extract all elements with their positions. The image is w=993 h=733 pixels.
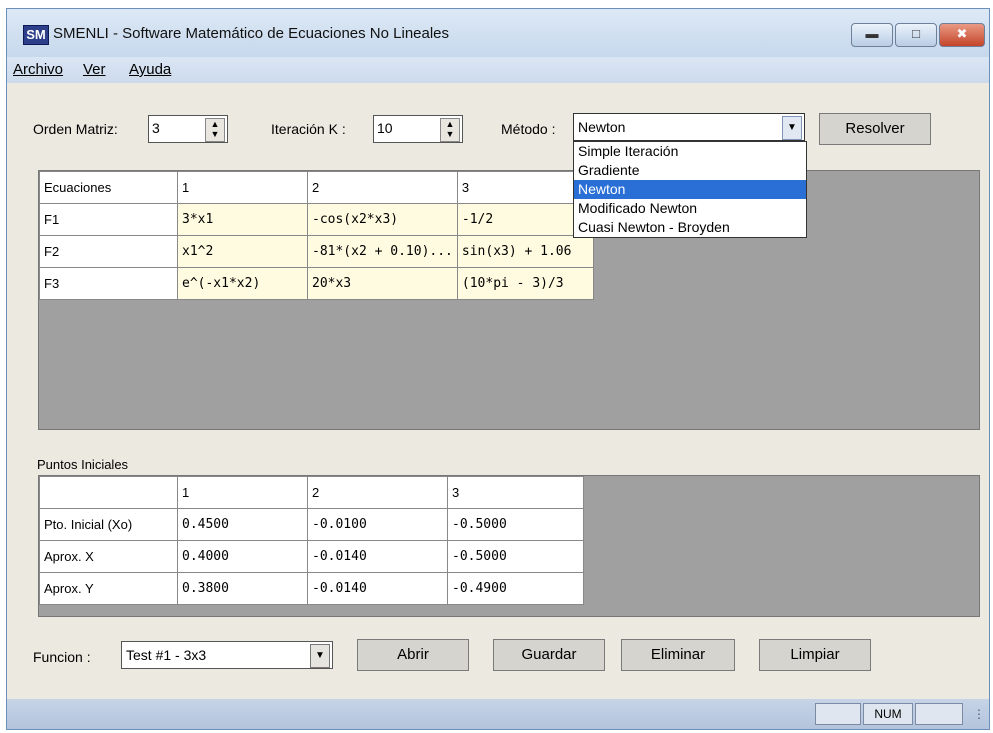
window-title: SMENLI - Software Matemático de Ecuacion… <box>53 25 450 42</box>
spin-arrows-icon[interactable]: ▲ ▼ <box>440 118 460 142</box>
chevron-down-icon[interactable]: ▼ <box>310 644 330 668</box>
row-header: F1 <box>39 203 178 236</box>
status-panel <box>915 703 963 725</box>
status-panel <box>815 703 861 725</box>
equation-cell[interactable]: 3*x1 <box>177 203 308 236</box>
metodo-dropdown: Simple Iteración Gradiente Newton Modifi… <box>573 141 807 238</box>
menu-archivo[interactable]: Archivo <box>13 61 63 78</box>
table-header-row: 1 2 3 <box>39 476 584 509</box>
num-lock-indicator: NUM <box>863 703 913 725</box>
puntos-table: 1 2 3 Pto. Inicial (Xo) 0.4500 -0.0100 -… <box>39 476 584 605</box>
value-cell[interactable]: -0.0140 <box>307 540 448 573</box>
value-cell[interactable]: 0.4000 <box>177 540 308 573</box>
table-row: F3 e^(-x1*x2) 20*x3 (10*pi - 3)/3 <box>39 267 594 300</box>
iter-value: 10 <box>377 120 393 136</box>
menu-ayuda[interactable]: Ayuda <box>129 61 171 78</box>
equation-cell[interactable]: 20*x3 <box>307 267 458 300</box>
metodo-option[interactable]: Cuasi Newton - Broyden <box>574 218 806 237</box>
limpiar-button[interactable]: Limpiar <box>759 639 871 671</box>
value-cell[interactable]: -0.4900 <box>447 572 584 605</box>
orden-label: Orden Matriz: <box>33 121 118 137</box>
metodo-option[interactable]: Modificado Newton <box>574 199 806 218</box>
equation-cell[interactable]: e^(-x1*x2) <box>177 267 308 300</box>
app-window: SM SMENLI - Software Matemático de Ecuac… <box>6 8 990 730</box>
close-button[interactable]: ✖ <box>939 23 985 47</box>
guardar-button[interactable]: Guardar <box>493 639 605 671</box>
row-header: Pto. Inicial (Xo) <box>39 508 178 541</box>
spin-arrows-icon[interactable]: ▲ ▼ <box>205 118 225 142</box>
value-cell[interactable]: -0.5000 <box>447 508 584 541</box>
menu-bar: Archivo Ver Ayuda <box>7 57 989 83</box>
equation-cell[interactable]: sin(x3) + 1.06 <box>456 235 594 268</box>
iter-label: Iteración K : <box>271 121 346 137</box>
equation-cell[interactable]: x1^2 <box>177 235 308 268</box>
orden-value: 3 <box>152 120 160 136</box>
puntos-grid: 1 2 3 Pto. Inicial (Xo) 0.4500 -0.0100 -… <box>38 475 980 617</box>
table-row: F1 3*x1 -cos(x2*x3) -1/2 <box>39 203 594 236</box>
row-header: F3 <box>39 267 178 300</box>
row-header: Aprox. Y <box>39 572 178 605</box>
table-row: F2 x1^2 -81*(x2 + 0.10)... sin(x3) + 1.0… <box>39 235 594 268</box>
equation-cell[interactable]: (10*pi - 3)/3 <box>456 267 594 300</box>
column-header: 1 <box>177 476 308 509</box>
metodo-select[interactable]: Newton ▼ <box>573 113 805 141</box>
column-header: Ecuaciones <box>39 171 178 204</box>
metodo-option[interactable]: Simple Iteración <box>574 142 806 161</box>
resolver-button[interactable]: Resolver <box>819 113 931 145</box>
funcion-label: Funcion : <box>33 649 91 665</box>
equations-table: Ecuaciones 1 2 3 F1 3*x1 -cos(x2*x3) -1/… <box>39 171 594 300</box>
equation-cell[interactable]: -81*(x2 + 0.10)... <box>307 235 458 268</box>
metodo-value: Newton <box>578 119 626 135</box>
metodo-option[interactable]: Gradiente <box>574 161 806 180</box>
row-header: F2 <box>39 235 178 268</box>
status-bar: NUM ⋮ <box>7 699 989 729</box>
funcion-select[interactable]: Test #1 - 3x3 ▼ <box>121 641 333 669</box>
equation-cell[interactable]: -cos(x2*x3) <box>307 203 458 236</box>
app-logo-icon: SM <box>23 25 49 45</box>
resize-grip-icon[interactable]: ⋮ <box>973 707 985 721</box>
column-header: 2 <box>307 171 458 204</box>
minimize-button[interactable]: ▬ <box>851 23 893 47</box>
column-header: 1 <box>177 171 308 204</box>
value-cell[interactable]: -0.0100 <box>307 508 448 541</box>
menu-ver[interactable]: Ver <box>83 61 106 78</box>
metodo-label: Método : <box>501 121 556 137</box>
table-header-row: Ecuaciones 1 2 3 <box>39 171 594 204</box>
eliminar-button[interactable]: Eliminar <box>621 639 735 671</box>
value-cell[interactable]: 0.4500 <box>177 508 308 541</box>
table-row: Pto. Inicial (Xo) 0.4500 -0.0100 -0.5000 <box>39 508 584 541</box>
value-cell[interactable]: -0.5000 <box>447 540 584 573</box>
title-bar[interactable]: SM SMENLI - Software Matemático de Ecuac… <box>7 9 989 57</box>
value-cell[interactable]: 0.3800 <box>177 572 308 605</box>
table-row: Aprox. X 0.4000 -0.0140 -0.5000 <box>39 540 584 573</box>
abrir-button[interactable]: Abrir <box>357 639 469 671</box>
equations-grid: Ecuaciones 1 2 3 F1 3*x1 -cos(x2*x3) -1/… <box>38 170 980 430</box>
column-header: 2 <box>307 476 448 509</box>
value-cell[interactable]: -0.0140 <box>307 572 448 605</box>
chevron-down-icon[interactable]: ▼ <box>782 116 802 140</box>
metodo-option-selected[interactable]: Newton <box>574 180 806 199</box>
row-header: Aprox. X <box>39 540 178 573</box>
table-row: Aprox. Y 0.3800 -0.0140 -0.4900 <box>39 572 584 605</box>
funcion-value: Test #1 - 3x3 <box>126 647 207 663</box>
orden-spinner[interactable]: 3 ▲ ▼ <box>148 115 228 143</box>
column-header: 3 <box>447 476 584 509</box>
puntos-label: Puntos Iniciales <box>37 457 129 472</box>
maximize-button[interactable]: □ <box>895 23 937 47</box>
column-header <box>39 476 178 509</box>
iter-spinner[interactable]: 10 ▲ ▼ <box>373 115 463 143</box>
